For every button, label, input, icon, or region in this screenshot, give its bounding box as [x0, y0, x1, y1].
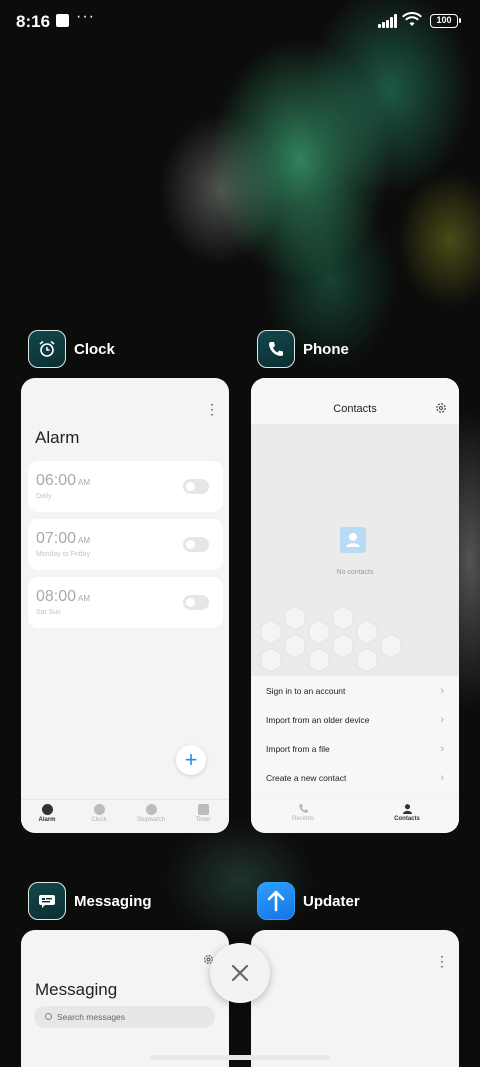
tab-stopwatch[interactable]: Stopwatch: [125, 800, 177, 833]
chevron-right-icon: ›: [440, 771, 444, 784]
action-label: Sign in to an account: [266, 685, 346, 696]
alarm-repeat: Monday to Friday: [36, 551, 91, 558]
action-label: Import from an older device: [266, 714, 370, 725]
alarm-clock-icon: [28, 330, 66, 368]
close-icon: [231, 964, 249, 982]
create-contact-item[interactable]: Create a new contact ›: [251, 763, 459, 792]
messaging-app-card[interactable]: Messaging Search messages: [21, 930, 229, 1067]
updater-app-card[interactable]: ⋮: [251, 930, 459, 1067]
status-time: 8:16: [16, 12, 51, 31]
signal-icon: [378, 14, 398, 28]
messaging-app-header[interactable]: Messaging: [28, 882, 152, 920]
add-alarm-button[interactable]: +: [176, 745, 206, 775]
tab-contacts[interactable]: Contacts: [355, 799, 459, 833]
action-label: Import from a file: [266, 743, 330, 754]
phone-icon: [257, 330, 295, 368]
alarm-time: 06:00: [36, 472, 77, 489]
alarm-repeat: Sat Sun: [36, 609, 61, 616]
tab-label: Clock: [91, 817, 107, 823]
chevron-right-icon: ›: [440, 713, 444, 726]
no-contacts-text: No contacts: [336, 569, 374, 576]
contact-placeholder-icon: [340, 527, 366, 553]
import-file-item[interactable]: Import from a file ›: [251, 734, 459, 763]
more-options-icon[interactable]: ⋮: [435, 954, 449, 968]
updater-app-name: Updater: [303, 892, 360, 910]
message-icon: [28, 882, 66, 920]
alarm-row[interactable]: 06:00 AM Daily: [28, 461, 223, 512]
contacts-title: Contacts: [333, 403, 377, 415]
action-label: Create a new contact: [266, 772, 347, 783]
clock-icon: [93, 804, 105, 815]
search-icon: [45, 1013, 52, 1020]
wifi-icon: [402, 12, 422, 26]
import-older-device-item[interactable]: Import from an older device ›: [251, 705, 459, 734]
phone-bottom-nav: Recents Contacts: [251, 799, 459, 833]
contacts-header: Contacts: [251, 378, 459, 424]
stopwatch-icon: [145, 804, 157, 815]
phone-app-card[interactable]: Contacts No contacts Sign in to an accou…: [251, 378, 459, 833]
alarm-ampm: AM: [78, 536, 91, 545]
alarm-row[interactable]: 08:00 AM Sat Sun: [28, 577, 223, 628]
phone-icon: [298, 804, 308, 813]
gear-icon[interactable]: [435, 402, 447, 414]
clock-app-header[interactable]: Clock: [28, 330, 115, 368]
sign-in-account-item[interactable]: Sign in to an account ›: [251, 676, 459, 705]
hourglass-icon: [197, 804, 209, 815]
chevron-right-icon: ›: [440, 684, 444, 697]
tab-clock[interactable]: Clock: [73, 800, 125, 833]
alarm-toggle[interactable]: [183, 537, 209, 552]
tab-timer[interactable]: Timer: [177, 800, 229, 833]
phone-app-header[interactable]: Phone: [257, 330, 349, 368]
battery-icon: 100: [430, 14, 461, 28]
alarm-icon: [41, 804, 53, 815]
clock-app-card[interactable]: ⋮ Alarm 06:00 AM Daily 07:00 AM Monday to …: [21, 378, 229, 833]
battery-level: 100: [436, 15, 452, 25]
alarm-title: Alarm: [35, 428, 80, 447]
alarm-row[interactable]: 07:00 AM Monday to Friday: [28, 519, 223, 570]
messaging-title: Messaging: [35, 980, 118, 999]
alarm-ampm: AM: [78, 594, 91, 603]
search-input[interactable]: Search messages: [34, 1006, 215, 1028]
hex-pattern-decoration: [260, 605, 402, 673]
alarm-toggle[interactable]: [183, 595, 209, 610]
tab-label: Alarm: [38, 817, 56, 823]
more-options-icon[interactable]: ⋮: [205, 402, 219, 416]
alarm-repeat: Daily: [36, 493, 52, 500]
clear-all-button[interactable]: [210, 943, 270, 1003]
tab-label: Stopwatch: [136, 817, 166, 823]
alarm-time: 08:00: [36, 588, 77, 605]
tab-alarm[interactable]: Alarm: [21, 800, 73, 833]
chevron-right-icon: ›: [440, 742, 444, 755]
alarm-ampm: AM: [78, 478, 91, 487]
home-indicator[interactable]: [150, 1055, 330, 1060]
updater-app-header[interactable]: Updater: [257, 882, 360, 920]
more-notifications-icon: ···: [76, 8, 95, 25]
messaging-app-name: Messaging: [74, 892, 152, 910]
phone-app-name: Phone: [303, 340, 349, 358]
tab-label: Contacts: [394, 816, 420, 822]
tab-label: Recents: [291, 816, 314, 822]
status-bar: 8:16 ··· 100: [0, 0, 480, 44]
tab-label: Timer: [195, 817, 211, 823]
person-icon: [402, 804, 412, 814]
tab-recents[interactable]: Recents: [251, 799, 355, 833]
clock-bottom-nav: Alarm Clock Stopwatch Timer: [21, 799, 229, 833]
search-placeholder: Search messages: [57, 1012, 126, 1022]
alarm-toggle[interactable]: [183, 479, 209, 494]
arrow-up-icon: [257, 882, 295, 920]
contacts-action-list: Sign in to an account › Import from an ol…: [251, 676, 459, 792]
alarm-time: 07:00: [36, 530, 77, 547]
notification-icon: [56, 14, 69, 27]
contacts-empty-area: No contacts: [251, 424, 459, 676]
clock-app-name: Clock: [74, 340, 115, 358]
